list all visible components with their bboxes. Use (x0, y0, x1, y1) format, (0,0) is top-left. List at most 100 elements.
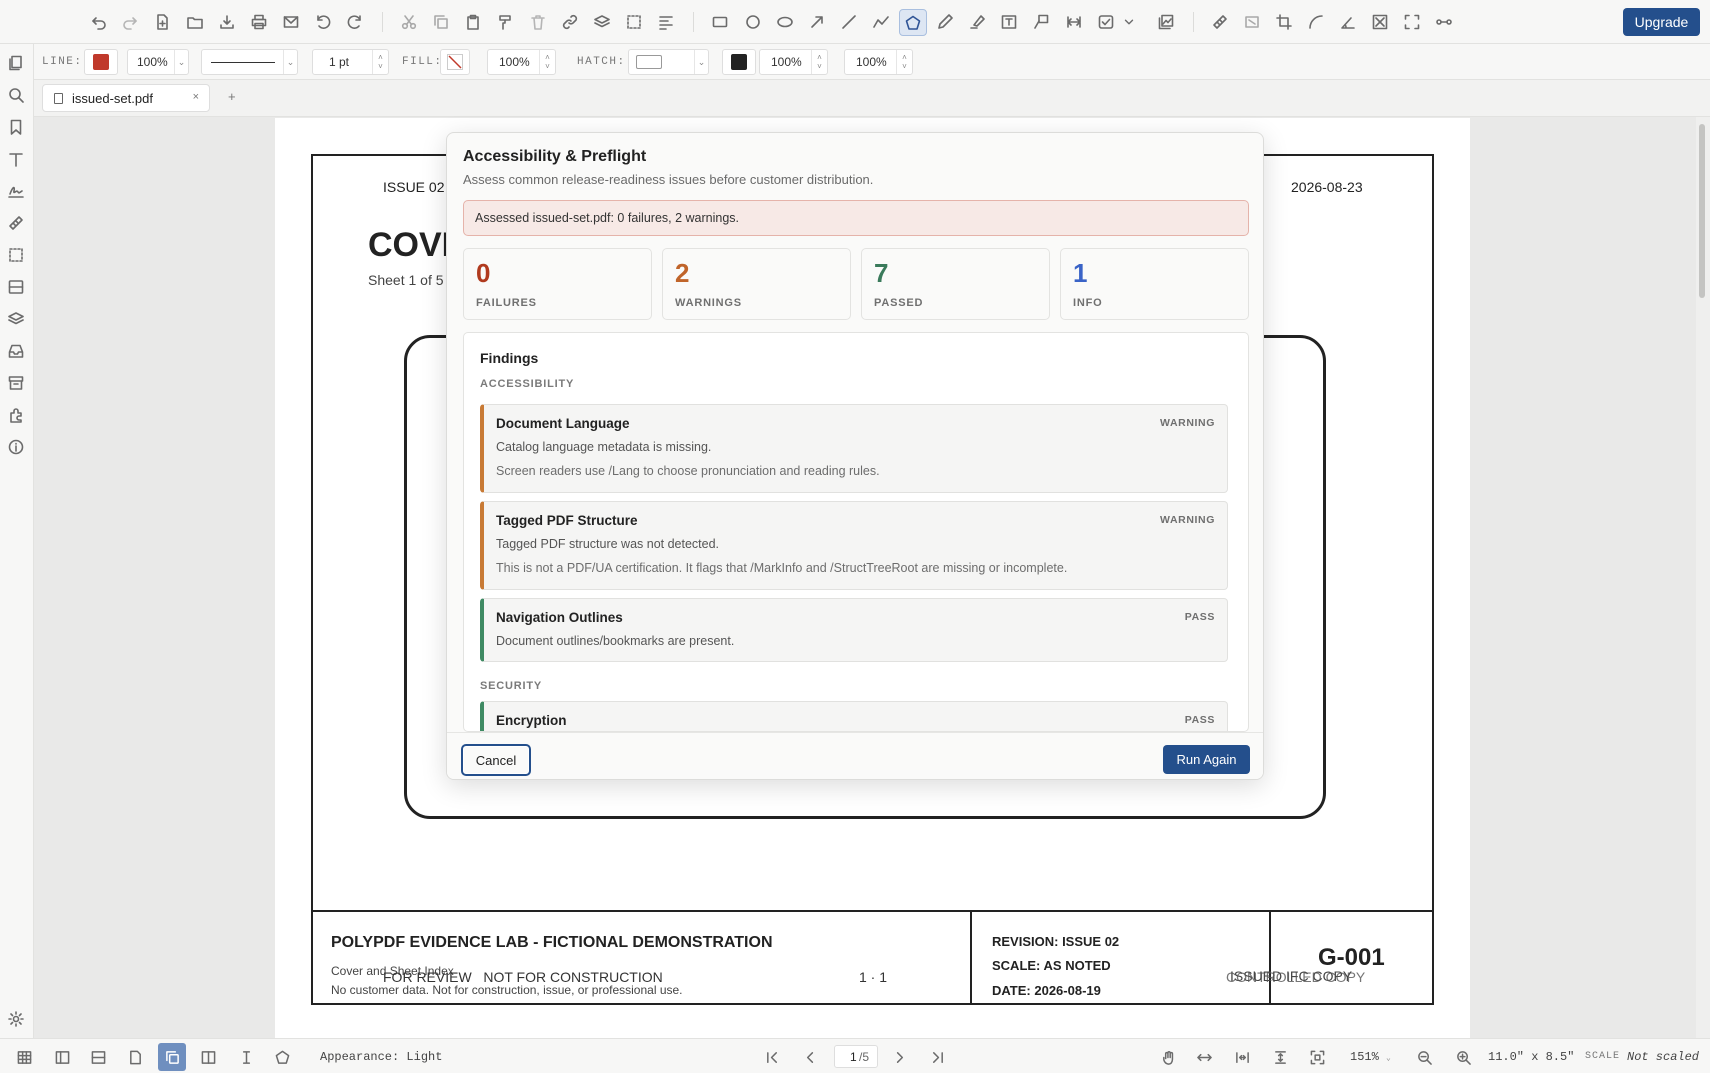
cancel-button[interactable]: Cancel (461, 744, 531, 776)
zoom-out-icon[interactable] (1414, 1047, 1434, 1067)
pages-icon[interactable] (8, 55, 26, 73)
rectangle-tool-icon[interactable] (709, 11, 731, 33)
ellipse-tool-icon[interactable] (774, 11, 796, 33)
fit-page-icon[interactable] (1232, 1047, 1252, 1067)
next-page-icon[interactable] (889, 1047, 909, 1067)
info-icon[interactable] (8, 439, 26, 457)
text-icon[interactable] (8, 151, 26, 169)
first-page-icon[interactable] (762, 1047, 782, 1067)
image-stack-icon[interactable] (1155, 11, 1177, 33)
finding-item[interactable]: Document Language WARNING Catalog langua… (480, 404, 1228, 493)
email-icon[interactable] (280, 11, 302, 33)
search-icon[interactable] (8, 87, 26, 105)
stepper-arrows[interactable]: ˄ ˅ (896, 50, 912, 74)
finding-item[interactable]: Tagged PDF Structure WARNING Tagged PDF … (480, 501, 1228, 590)
panels-icon[interactable] (8, 279, 26, 297)
add-tab-button[interactable]: + (228, 89, 236, 104)
redo-icon[interactable] (119, 11, 141, 33)
measure-icon[interactable] (1209, 11, 1231, 33)
rotate-left-icon[interactable] (312, 11, 334, 33)
fit-width-icon[interactable] (1194, 1047, 1214, 1067)
fit-height-icon[interactable] (1270, 1047, 1290, 1067)
crop-icon[interactable] (1273, 11, 1295, 33)
arc-tool-icon[interactable] (1305, 11, 1327, 33)
stepper-arrows[interactable]: ˄ ˅ (539, 50, 555, 74)
pan-icon[interactable] (1158, 1047, 1178, 1067)
arrow-tool-icon[interactable] (806, 11, 828, 33)
link-icon[interactable] (559, 11, 581, 33)
plugin-icon[interactable] (8, 407, 26, 425)
close-icon[interactable]: × (193, 91, 199, 103)
copy-icon[interactable] (430, 11, 452, 33)
layers-icon[interactable] (591, 11, 613, 33)
actual-size-icon[interactable] (1307, 1047, 1327, 1067)
text-box-icon[interactable] (998, 11, 1020, 33)
open-folder-icon[interactable] (184, 11, 206, 33)
stepper-arrows[interactable]: ˄ ˅ (811, 50, 827, 74)
page-number-input[interactable]: 1 /5 (834, 1045, 878, 1068)
archive-icon[interactable] (8, 375, 26, 393)
signature-icon[interactable] (8, 183, 26, 201)
layers-icon[interactable] (8, 311, 26, 329)
hatch-color-swatch[interactable] (722, 49, 756, 75)
format-painter-icon[interactable] (494, 11, 516, 33)
paste-icon[interactable] (462, 11, 484, 33)
zoom-in-icon[interactable] (1453, 1047, 1473, 1067)
fullscreen-icon[interactable] (1401, 11, 1423, 33)
bookmark-icon[interactable] (8, 119, 26, 137)
single-page-icon[interactable] (125, 1047, 145, 1067)
new-file-icon[interactable] (151, 11, 173, 33)
two-page-icon[interactable] (198, 1047, 218, 1067)
finding-item[interactable]: Navigation Outlines PASS Document outlin… (480, 598, 1228, 662)
checkbox-field-icon[interactable] (1095, 11, 1117, 33)
undo-icon[interactable] (88, 11, 110, 33)
print-icon[interactable] (248, 11, 270, 33)
rotate-right-icon[interactable] (344, 11, 366, 33)
align-icon[interactable] (655, 11, 677, 33)
cut-icon[interactable] (398, 11, 420, 33)
split-rows-icon[interactable] (88, 1047, 108, 1067)
previous-page-icon[interactable] (800, 1047, 820, 1067)
opacity-stepper-b[interactable]: 100% ˄ ˅ (844, 49, 913, 75)
highlighter-icon[interactable] (966, 11, 988, 33)
table-view-icon[interactable] (14, 1047, 34, 1067)
document-tab[interactable]: issued-set.pdf × (42, 84, 210, 112)
text-cursor-icon[interactable] (236, 1047, 256, 1067)
zoom-level-select[interactable]: 151% (1350, 1050, 1379, 1064)
opacity-stepper-a[interactable]: 100% ˄ ˅ (759, 49, 828, 75)
hatch-pattern-select[interactable]: ⌄ (628, 49, 709, 75)
measure-icon[interactable] (8, 215, 26, 233)
fill-opacity-stepper[interactable]: 100% ˄ ˅ (487, 49, 556, 75)
circle-tool-icon[interactable] (742, 11, 764, 33)
finding-item[interactable]: Encryption PASS (480, 701, 1228, 731)
polygon-tool-icon[interactable] (899, 9, 927, 36)
selection-icon[interactable] (8, 247, 26, 265)
inbox-icon[interactable] (8, 343, 26, 361)
line-color-swatch[interactable] (84, 49, 118, 75)
select-area-icon[interactable] (623, 11, 645, 33)
download-icon[interactable] (216, 11, 238, 33)
line-width-stepper[interactable]: 1 pt ˄ ˅ (312, 49, 389, 75)
line-opacity-select[interactable]: 100% ⌄ (127, 49, 189, 75)
findings-panel[interactable]: Findings ACCESSIBILITY Document Language… (463, 332, 1249, 732)
appearance-status[interactable]: Appearance: Light (320, 1050, 442, 1064)
angle-tool-icon[interactable] (1337, 11, 1359, 33)
polygon-icon[interactable] (272, 1047, 292, 1067)
distance-tool-icon[interactable] (1433, 11, 1455, 33)
run-again-button[interactable]: Run Again (1163, 745, 1250, 774)
chevron-down-icon[interactable] (1122, 11, 1136, 33)
delete-icon[interactable] (527, 11, 549, 33)
line-style-select[interactable]: ⌄ (201, 49, 298, 75)
upgrade-button[interactable]: Upgrade (1623, 8, 1700, 36)
callout-icon[interactable] (1030, 11, 1052, 33)
scrollbar-thumb[interactable] (1699, 124, 1705, 298)
polyline-tool-icon[interactable] (870, 11, 892, 33)
pen-tool-icon[interactable] (934, 11, 956, 33)
stepper-arrows[interactable]: ˄ ˅ (372, 50, 388, 74)
line-tool-icon[interactable] (838, 11, 860, 33)
redact-icon[interactable] (1369, 11, 1391, 33)
dimension-icon[interactable] (1063, 11, 1085, 33)
split-columns-icon[interactable] (52, 1047, 72, 1067)
continuous-view-icon[interactable] (158, 1043, 186, 1071)
settings-gear-icon[interactable] (8, 1011, 26, 1029)
